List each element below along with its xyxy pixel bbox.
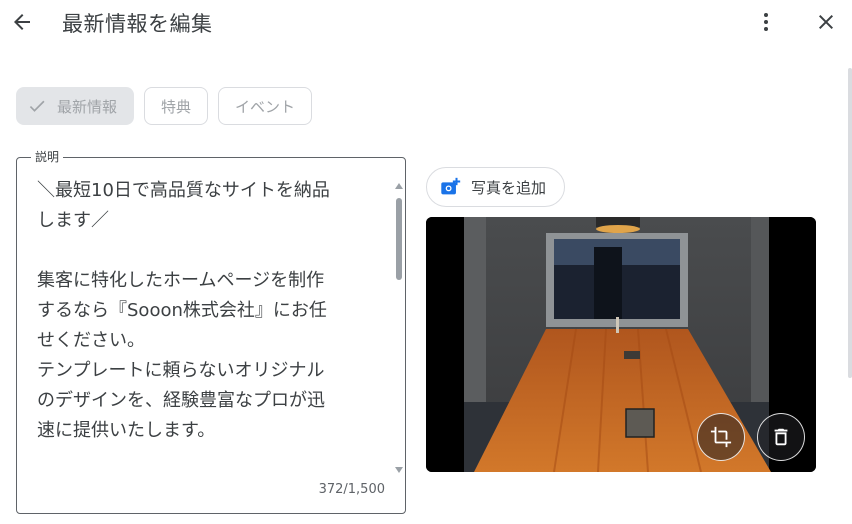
scroll-down-arrow[interactable] <box>395 467 403 473</box>
crop-icon <box>710 426 732 448</box>
chip-latest-info-label: 最新情報 <box>57 97 118 116</box>
description-field[interactable]: 説明 ＼最短10日で高品質なサイトを納品 します／ 集客に特化したホームページを… <box>16 149 406 514</box>
delete-icon <box>774 428 788 446</box>
header: 最新情報を編集 <box>0 0 852 44</box>
crop-button[interactable] <box>697 413 745 461</box>
back-button[interactable] <box>4 4 40 40</box>
add-photo-button[interactable]: 写真を追加 <box>426 167 566 207</box>
delete-photo-button[interactable] <box>757 413 805 461</box>
chip-event[interactable]: イベント <box>218 87 313 125</box>
textarea-scrollbar-thumb[interactable] <box>396 198 402 280</box>
character-counter: 372/1,500 <box>318 482 385 497</box>
description-text[interactable]: ＼最短10日で高品質なサイトを納品 します／ 集客に特化したホームページを制作 … <box>37 176 367 446</box>
close-button[interactable] <box>808 4 844 40</box>
page-scrollbar[interactable] <box>848 68 852 378</box>
back-arrow-icon <box>14 14 30 30</box>
chip-offer[interactable]: 特典 <box>144 87 209 125</box>
more-vert-icon <box>764 13 768 31</box>
post-type-chips: 最新情報 特典 イベント <box>16 87 313 125</box>
add-photo-label: 写真を追加 <box>471 178 547 197</box>
chip-offer-label: 特典 <box>161 97 192 116</box>
add-photo-icon <box>441 177 461 195</box>
chip-event-label: イベント <box>235 97 296 116</box>
more-options-button[interactable] <box>748 4 784 40</box>
page-title: 最新情報を編集 <box>62 12 213 36</box>
scroll-up-arrow[interactable] <box>395 183 403 189</box>
description-label: 説明 <box>31 149 64 165</box>
chip-latest-info[interactable]: 最新情報 <box>16 87 135 125</box>
check-icon <box>29 100 45 112</box>
close-icon <box>819 15 833 29</box>
